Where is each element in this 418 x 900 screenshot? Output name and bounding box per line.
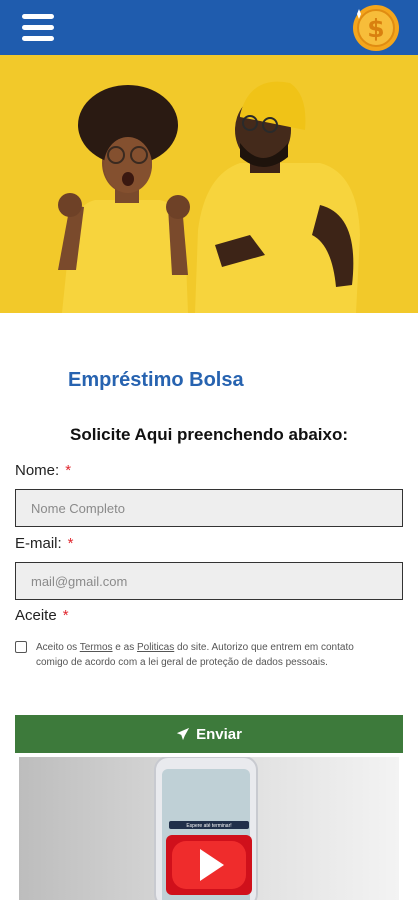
name-label: Nome: *: [15, 462, 71, 479]
accept-label-text: Aceite: [15, 607, 57, 624]
video-screen-caption: Espere até terminar!: [186, 823, 231, 829]
terms-link[interactable]: Termos: [80, 642, 113, 653]
required-mark: *: [65, 462, 72, 479]
page-title: Empréstimo Bolsa: [68, 369, 244, 391]
dollar-coin-icon: $: [353, 5, 399, 51]
name-input[interactable]: [15, 489, 403, 527]
video-embed[interactable]: Espere até terminar!: [19, 757, 399, 900]
required-mark: *: [62, 607, 69, 624]
name-label-text: Nome:: [15, 462, 60, 479]
required-mark: *: [67, 535, 74, 552]
hero-image: [0, 55, 418, 313]
email-label-text: E-mail:: [15, 535, 62, 552]
consent-text-part1: Aceito os: [36, 642, 80, 653]
accept-label: Aceite *: [15, 607, 69, 624]
form-subtitle: Solicite Aqui preenchendo abaixo:: [69, 425, 349, 444]
svg-text:$: $: [367, 14, 384, 43]
paper-plane-icon: [176, 727, 190, 741]
top-bar: $: [0, 0, 418, 55]
submit-button[interactable]: Enviar: [15, 715, 403, 753]
consent-text-part2: e as: [112, 642, 137, 653]
policies-link[interactable]: Politicas: [137, 642, 174, 653]
consent-text: Aceito os Termos e as Politicas do site.…: [36, 640, 381, 670]
email-input[interactable]: [15, 562, 403, 600]
email-label: E-mail: *: [15, 535, 74, 552]
hamburger-menu-icon[interactable]: [22, 14, 54, 42]
submit-label: Enviar: [196, 725, 242, 743]
accept-checkbox[interactable]: [15, 641, 27, 653]
page: $ Empréstimo Bolsa Solicite Aqui preench…: [0, 0, 418, 900]
